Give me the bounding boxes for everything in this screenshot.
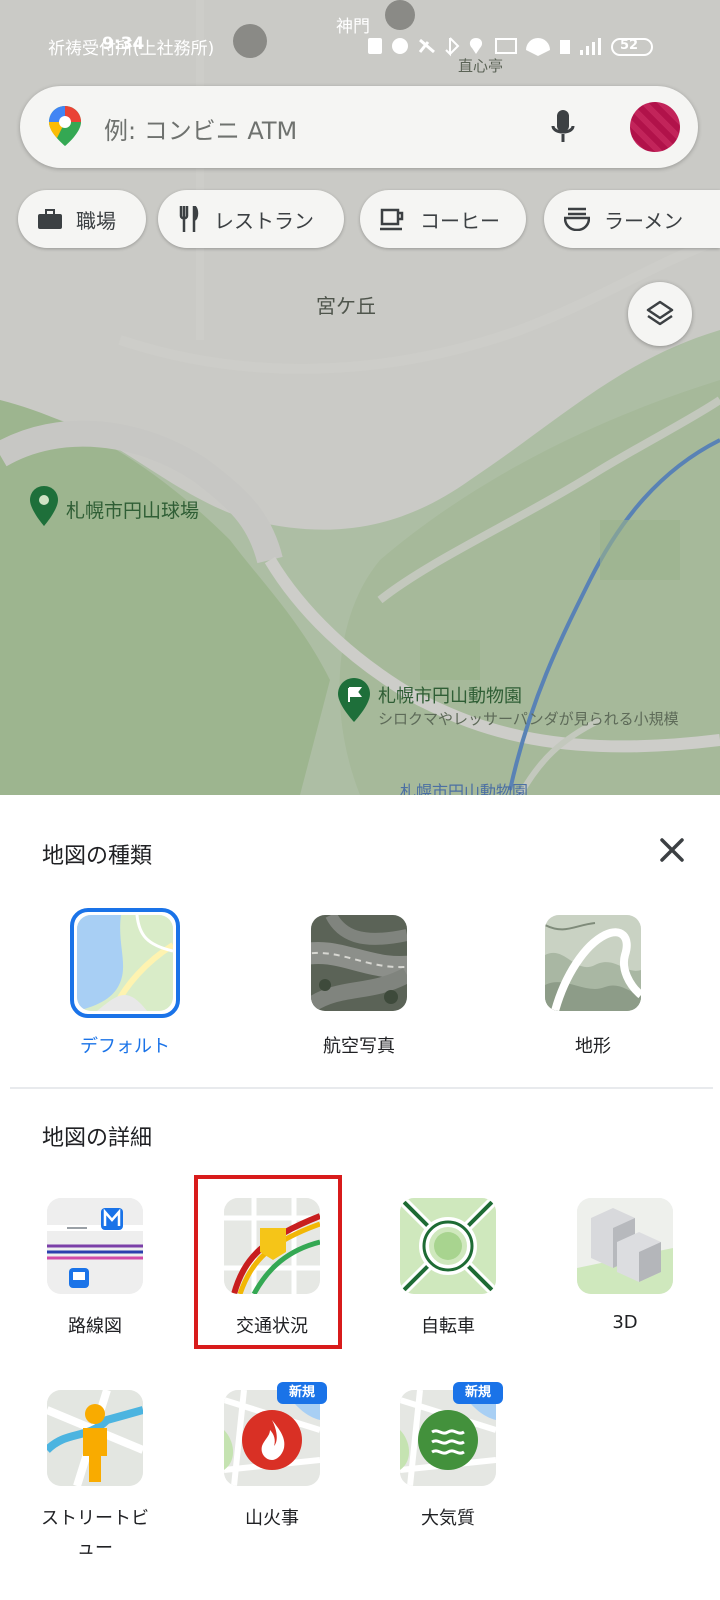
- microphone-icon[interactable]: [550, 108, 576, 146]
- map-label-kito[interactable]: 祈祷受付所(上社務所): [48, 34, 214, 59]
- map-type-title: 地図の種類: [42, 844, 153, 869]
- map-label-zoo-bottom[interactable]: 札幌市円山動物園: [400, 778, 528, 795]
- detail-bicycling-label: 自転車: [421, 1316, 475, 1337]
- chip-restaurant[interactable]: レストラン: [158, 190, 344, 248]
- status-icons: 52: [368, 36, 668, 58]
- layers-button[interactable]: [628, 282, 692, 346]
- location-icon: [469, 38, 483, 54]
- detail-bicycling[interactable]: [400, 1198, 496, 1294]
- map-label-naoshintei[interactable]: 直心亭: [458, 55, 503, 76]
- map-type-default-thumbnail: [77, 915, 173, 1011]
- data-speed-icon: [495, 38, 517, 54]
- traffic-highlight-box: [194, 1175, 342, 1349]
- map-type-satellite-label: 航空写真: [323, 1036, 395, 1057]
- alarm-icon: [392, 38, 408, 54]
- bluetooth-icon: [445, 37, 460, 57]
- detail-transit-label: 路線図: [68, 1316, 122, 1337]
- map-type-default[interactable]: [70, 908, 180, 1018]
- shrine-icon: [233, 24, 267, 58]
- shrine-gate-icon: [385, 0, 415, 30]
- detail-3d-label: 3D: [612, 1312, 638, 1333]
- sheet-divider: [10, 1087, 713, 1089]
- restaurant-icon: [179, 206, 199, 232]
- detail-air-quality[interactable]: [400, 1390, 496, 1486]
- detail-wildfire[interactable]: [224, 1390, 320, 1486]
- ramen-icon: [564, 207, 590, 231]
- wildfire-new-badge: 新規: [277, 1382, 327, 1404]
- search-bar[interactable]: 例: コンビニ ATM: [20, 86, 698, 168]
- chip-label: レストラン: [214, 208, 314, 233]
- detail-street-view[interactable]: [47, 1390, 143, 1486]
- chip-label: 職場: [76, 208, 116, 233]
- map-label-district: 宮ケ丘: [316, 294, 376, 318]
- chip-label: コーヒー: [420, 208, 500, 233]
- chip-work[interactable]: 職場: [18, 190, 146, 248]
- briefcase-icon: [38, 209, 62, 229]
- map-details-title: 地図の詳細: [42, 1126, 153, 1151]
- map-label-zoo[interactable]: 札幌市円山動物園: [378, 682, 522, 708]
- google-maps-logo-icon: [49, 106, 81, 146]
- coffee-icon: [380, 208, 404, 231]
- map-view[interactable]: 9:34 52 祈祷受付所(上社務所) 神門 直心亭 宮ケ丘 札幌市円山球場 札…: [0, 0, 720, 795]
- nfc-icon: [368, 38, 382, 54]
- detail-3d[interactable]: [577, 1198, 673, 1294]
- chip-coffee[interactable]: コーヒー: [360, 190, 526, 248]
- layers-icon: [646, 300, 674, 326]
- stadium-pin-icon[interactable]: [30, 486, 58, 530]
- map-type-terrain-label: 地形: [575, 1036, 611, 1057]
- close-icon[interactable]: [652, 830, 692, 870]
- sim-icon: [560, 40, 570, 54]
- map-label-stadium[interactable]: 札幌市円山球場: [66, 496, 199, 523]
- mute-icon: [418, 38, 435, 54]
- zoo-pin-icon[interactable]: [338, 678, 370, 726]
- map-type-default-label: デフォルト: [80, 1036, 170, 1057]
- chip-label: ラーメン: [604, 208, 684, 233]
- account-avatar[interactable]: [630, 102, 680, 152]
- detail-wildfire-label: 山火事: [245, 1508, 299, 1529]
- wifi-icon: [526, 38, 550, 56]
- map-type-terrain[interactable]: [545, 915, 641, 1011]
- map-label-zoo-desc: シロクマやレッサーパンダが見られる小規模: [378, 710, 679, 728]
- air-quality-new-badge: 新規: [453, 1382, 503, 1404]
- detail-transit[interactable]: [47, 1198, 143, 1294]
- battery-level: 52: [620, 38, 639, 53]
- signal-icon: [598, 38, 601, 55]
- search-input[interactable]: 例: コンビニ ATM: [104, 111, 297, 146]
- detail-air-quality-label: 大気質: [421, 1508, 475, 1529]
- detail-street-view-label: ストリートビュー: [41, 1508, 149, 1559]
- map-label-shinmon[interactable]: 神門: [336, 12, 370, 37]
- chip-ramen[interactable]: ラーメン: [544, 190, 720, 248]
- map-type-satellite[interactable]: [311, 915, 407, 1011]
